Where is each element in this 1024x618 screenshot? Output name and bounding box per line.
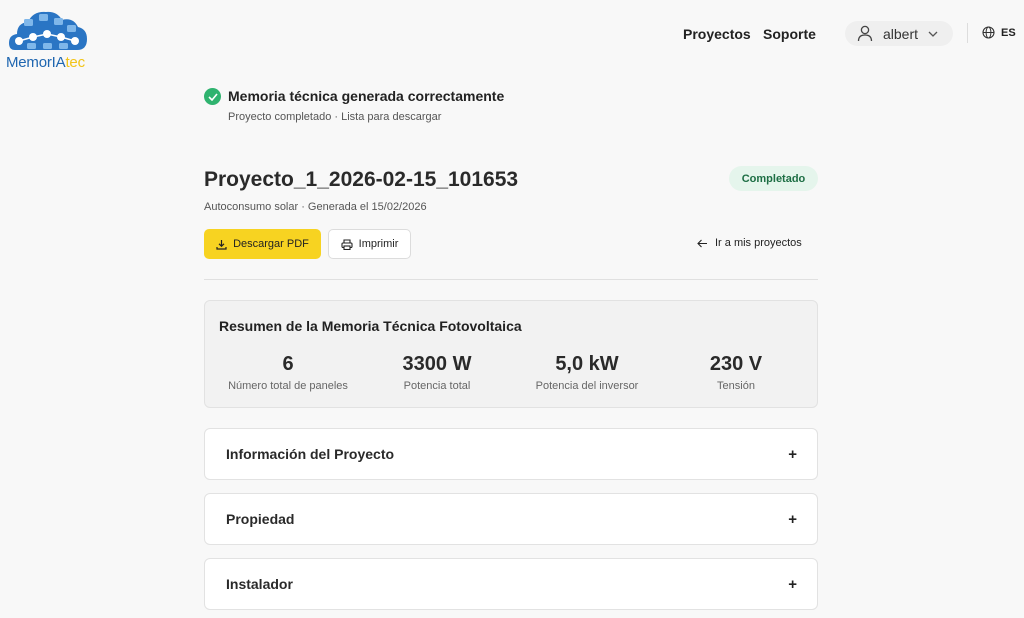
expand-plus-icon[interactable]: +	[788, 446, 797, 463]
logo-text-accent: tec	[65, 54, 85, 71]
project-title: Proyecto_1_2026-02-15_101653	[204, 168, 519, 191]
stat-value: 6	[282, 353, 294, 375]
download-pdf-button[interactable]: Descargar PDF	[204, 229, 321, 259]
chevron-down-icon	[928, 31, 938, 37]
download-icon	[216, 239, 227, 250]
printer-icon	[341, 238, 353, 250]
user-menu-button[interactable]: albert	[845, 21, 953, 46]
download-pdf-label: Descargar PDF	[233, 238, 309, 250]
expand-plus-icon[interactable]: +	[788, 511, 797, 528]
accordion-title: Instalador	[226, 576, 293, 592]
summary-title: Resumen de la Memoria Técnica Fotovoltai…	[219, 318, 522, 334]
accordion-project-info[interactable]: Información del Proyecto +	[204, 428, 818, 480]
stat-value: 5,0 kW	[555, 353, 619, 375]
header-divider	[967, 23, 968, 43]
stat-total-power: 3300 W Potencia total	[357, 351, 517, 392]
user-icon	[857, 25, 873, 42]
success-title: Memoria técnica generada correctamente	[228, 88, 505, 104]
stat-value: 3300 W	[402, 353, 472, 375]
logo-text-main: MemorIA	[6, 54, 66, 71]
nav-support-link[interactable]: Soporte	[763, 26, 816, 42]
stat-value: 230 V	[709, 353, 763, 375]
print-button[interactable]: Imprimir	[328, 229, 411, 259]
stat-label: Potencia total	[403, 380, 471, 392]
status-badge: Completado	[729, 166, 818, 191]
summary-card: Resumen de la Memoria Técnica Fotovoltai…	[204, 300, 818, 408]
logo-cloud-icon	[9, 11, 87, 50]
expand-plus-icon[interactable]: +	[788, 576, 797, 593]
language-label: ES	[1001, 26, 1016, 39]
nav-projects-link[interactable]: Proyectos	[683, 26, 751, 42]
logo-text: MemorIAtec	[6, 54, 85, 71]
globe-icon	[982, 26, 995, 39]
accordion-title: Información del Proyecto	[226, 446, 395, 462]
stat-label: Número total de paneles	[228, 380, 348, 392]
back-to-projects-link[interactable]: Ir a mis proyectos	[697, 237, 802, 249]
language-selector[interactable]: ES	[982, 26, 1016, 39]
arrow-left-icon	[697, 239, 707, 247]
stat-label: Potencia del inversor	[535, 380, 639, 392]
accordion-installer[interactable]: Instalador +	[204, 558, 818, 610]
stat-panels: 6 Número total de paneles	[208, 351, 368, 392]
check-circle-icon	[204, 88, 221, 105]
stat-voltage: 230 V Tensión	[656, 351, 816, 392]
stat-inverter-power: 5,0 kW Potencia del inversor	[507, 351, 667, 392]
project-meta: Autoconsumo solar · Generada el 15/02/20…	[204, 201, 427, 213]
logo[interactable]: MemorIAtec	[5, 8, 91, 71]
print-label: Imprimir	[358, 238, 399, 250]
accordion-title: Propiedad	[226, 511, 295, 527]
success-subtitle: Proyecto completado · Lista para descarg…	[228, 111, 442, 123]
back-to-projects-label: Ir a mis proyectos	[715, 237, 802, 249]
username: albert	[883, 25, 919, 42]
divider	[204, 279, 818, 280]
accordion-property[interactable]: Propiedad +	[204, 493, 818, 545]
stat-label: Tensión	[717, 380, 755, 392]
